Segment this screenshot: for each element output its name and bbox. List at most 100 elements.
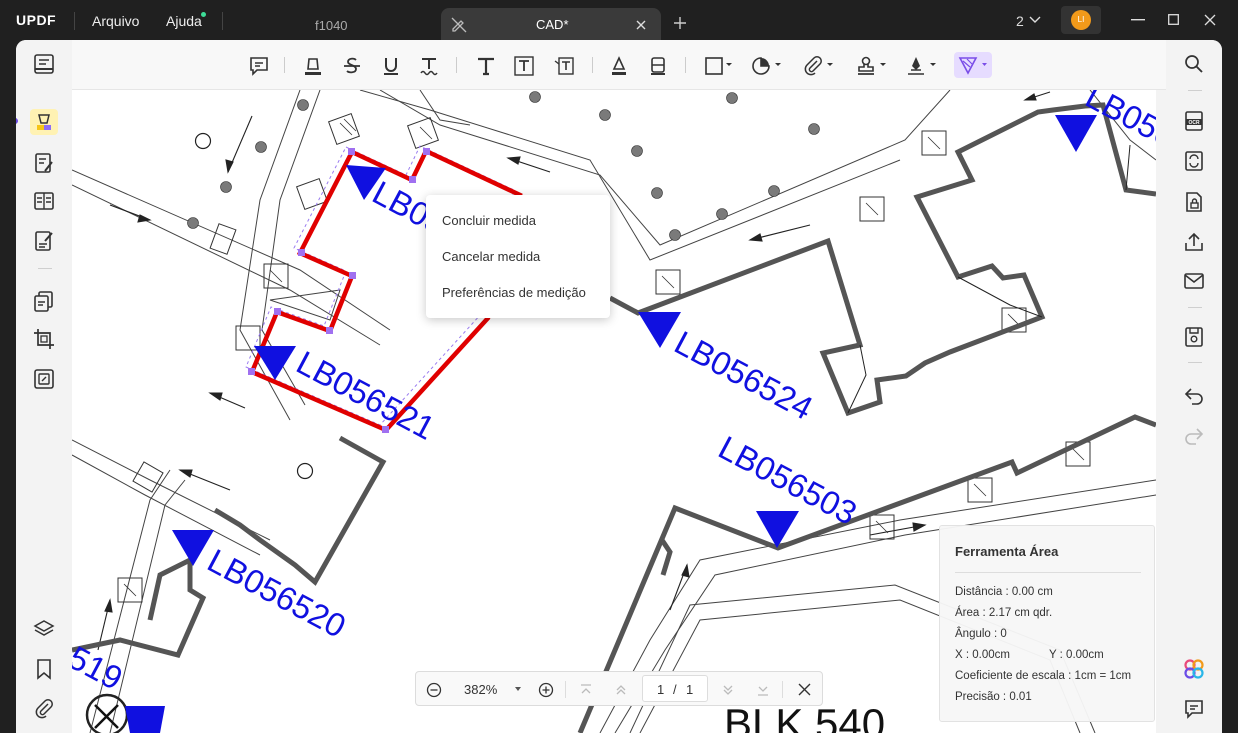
email-icon[interactable] <box>1183 270 1205 292</box>
window-count[interactable]: 2 <box>1016 13 1024 29</box>
chevron-down-icon[interactable] <box>725 62 733 68</box>
next-page-icon[interactable] <box>720 682 736 698</box>
redo-icon[interactable] <box>1183 424 1205 446</box>
label-lb056524: LB056524 <box>669 324 819 427</box>
page-current: 1 <box>657 682 665 697</box>
first-page-icon[interactable] <box>578 682 594 698</box>
x-value: X : 0.00cm <box>955 649 1010 661</box>
close-tab-icon[interactable] <box>635 19 647 31</box>
divider <box>565 681 566 698</box>
divider <box>955 572 1141 573</box>
area-measure-icon <box>958 57 978 75</box>
layers-icon[interactable] <box>33 618 55 640</box>
organize-pages-icon[interactable] <box>33 290 55 312</box>
divider <box>74 12 75 30</box>
measure-tool-button[interactable] <box>954 52 992 78</box>
close-window-icon[interactable] <box>1204 14 1216 26</box>
ai-assistant-icon[interactable] <box>1183 658 1205 680</box>
form-tool-icon[interactable] <box>33 230 55 252</box>
menu-ajuda[interactable]: Ajuda <box>166 13 202 29</box>
distance-value: Distância : 0.00 cm <box>955 586 1053 598</box>
eraser-icon[interactable] <box>647 55 669 77</box>
active-indicator <box>16 118 18 124</box>
comment-list-icon[interactable] <box>1183 698 1205 720</box>
tab-cad[interactable]: CAD* <box>441 8 661 42</box>
comment-tool-active[interactable] <box>30 109 58 135</box>
last-page-icon[interactable] <box>755 682 771 698</box>
area-value: Área : 2.17 cm qdr. <box>955 607 1053 619</box>
sticky-note-icon[interactable] <box>248 55 270 77</box>
precision-value: Precisão : 0.01 <box>955 691 1032 703</box>
crop-icon[interactable] <box>33 328 55 350</box>
chevron-down-icon[interactable] <box>826 62 834 68</box>
avatar: LI <box>1071 10 1091 30</box>
page-separator: / <box>673 682 677 697</box>
zoom-level[interactable]: 382% <box>464 682 497 697</box>
maximize-icon[interactable] <box>1168 14 1179 25</box>
highlighter-icon <box>37 114 51 130</box>
zoom-out-icon[interactable] <box>426 682 442 698</box>
save-icon[interactable] <box>1183 326 1205 348</box>
attachment-icon[interactable] <box>33 698 55 720</box>
previous-page-icon[interactable] <box>613 682 629 698</box>
ocr-icon[interactable]: OCR <box>1183 110 1205 132</box>
stamp-icon[interactable] <box>855 55 877 77</box>
convert-icon[interactable] <box>1183 150 1205 172</box>
menu-item-preferencias-medicao[interactable]: Preferências de medição <box>442 285 586 305</box>
undo-icon[interactable] <box>1183 384 1205 406</box>
tab-label: CAD* <box>536 17 569 32</box>
chevron-down-icon[interactable] <box>929 62 937 68</box>
area-tool-panel: Ferramenta Área Distância : 0.00 cm Área… <box>939 525 1155 722</box>
strikethrough-icon[interactable] <box>341 55 363 77</box>
divider <box>1188 362 1202 363</box>
chevron-down-icon[interactable] <box>774 62 782 68</box>
scale-value: Coeficiente de escala : 1cm = 1cm <box>955 670 1132 682</box>
attach-file-icon[interactable] <box>802 55 824 77</box>
new-tab-icon[interactable] <box>673 16 687 30</box>
text-box-icon[interactable] <box>513 55 535 77</box>
updf-logo: UPDF <box>16 12 57 28</box>
left-sidebar <box>16 40 72 733</box>
text-callout-icon[interactable] <box>553 55 575 77</box>
text-icon[interactable] <box>475 55 497 77</box>
squiggly-icon[interactable] <box>418 55 440 77</box>
share-icon[interactable] <box>1183 231 1205 253</box>
menu-item-cancelar-medida[interactable]: Cancelar medida <box>442 249 540 269</box>
divider <box>1188 90 1202 91</box>
annotation-toolbar <box>72 40 1166 90</box>
chevron-down-icon[interactable] <box>514 686 522 692</box>
minimize-icon[interactable] <box>1131 19 1145 21</box>
menu-item-concluir-medida[interactable]: Concluir medida <box>442 213 536 233</box>
bookmark-icon[interactable] <box>33 658 55 680</box>
shape-icon[interactable] <box>703 55 725 77</box>
avatar-container[interactable]: LI <box>1061 6 1101 34</box>
zoom-in-icon[interactable] <box>538 682 554 698</box>
pencil-icon[interactable] <box>608 55 630 77</box>
page-tool-icon[interactable] <box>33 190 55 212</box>
page-input[interactable]: 1 / 1 <box>642 675 708 702</box>
chevron-down-icon[interactable] <box>879 62 887 68</box>
search-icon[interactable] <box>1183 53 1205 75</box>
divider <box>222 12 223 30</box>
divider <box>1188 307 1202 308</box>
underline-icon[interactable] <box>380 55 402 77</box>
zoom-bar: 382% 1 / 1 <box>415 671 823 706</box>
sticker-icon[interactable] <box>750 55 772 77</box>
signature-icon[interactable] <box>905 55 927 77</box>
menu-arquivo[interactable]: Arquivo <box>92 13 139 29</box>
divider <box>456 57 457 73</box>
notification-dot <box>201 12 206 17</box>
edit-pdf-icon[interactable] <box>33 152 55 174</box>
tab-f1040[interactable]: f1040 <box>250 8 435 42</box>
divider <box>592 57 593 73</box>
close-zoom-bar-icon[interactable] <box>798 683 811 696</box>
divider <box>284 57 285 73</box>
chevron-down-icon[interactable] <box>1029 15 1041 25</box>
compare-icon[interactable] <box>33 368 55 390</box>
panel-title: Ferramenta Área <box>955 544 1059 559</box>
chevron-down-icon <box>982 63 987 66</box>
protect-icon[interactable] <box>1183 191 1205 213</box>
highlight-icon[interactable] <box>302 55 324 77</box>
divider <box>782 681 783 698</box>
reader-icon[interactable] <box>33 53 55 75</box>
